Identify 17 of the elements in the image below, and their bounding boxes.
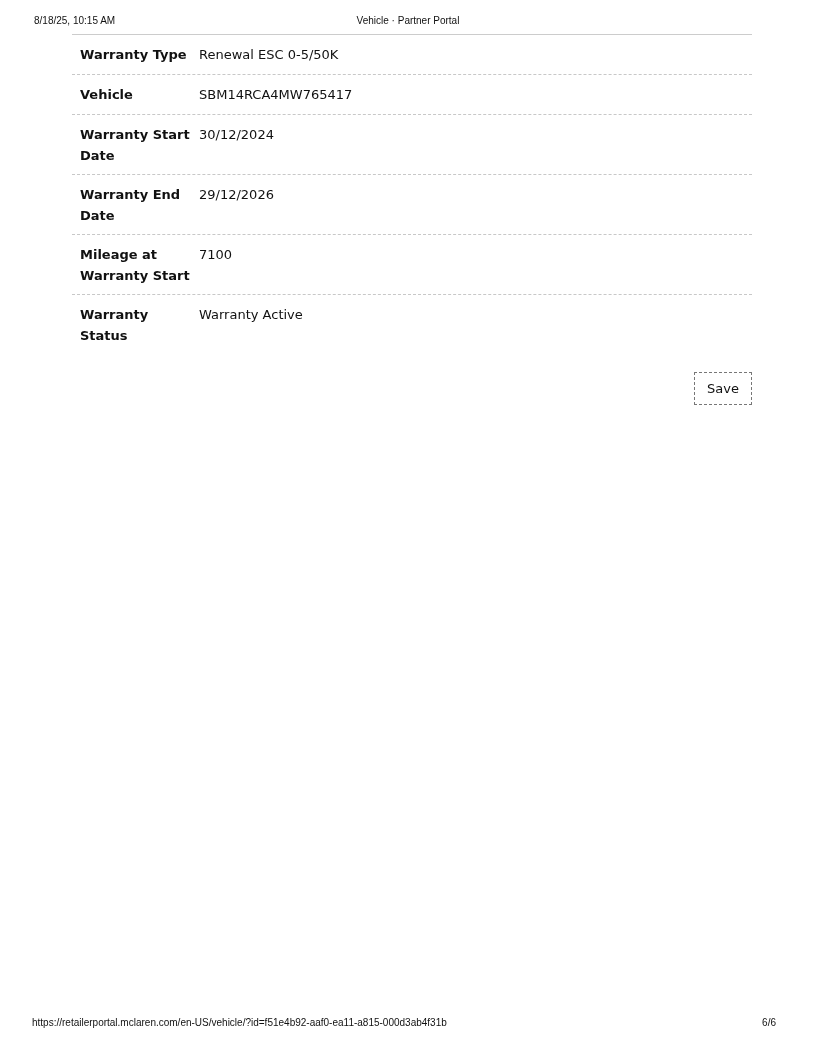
- print-date: 8/18/25, 10:15 AM: [34, 15, 117, 26]
- field-value: 29/12/2026: [199, 186, 275, 204]
- field-label: Warranty Status: [80, 306, 150, 345]
- field-value: Renewal ESC 0-5/50K: [199, 46, 340, 64]
- field-label: Warranty End Date: [80, 186, 182, 225]
- field-value: 30/12/2024: [199, 126, 275, 144]
- page-title: Vehicle · Partner Portal: [356, 15, 460, 26]
- field-label: Warranty Start Date: [80, 126, 190, 165]
- save-button[interactable]: Save: [694, 372, 752, 405]
- page-url: https://retailerportal.mclaren.com/en-US/vehicle/?id=f51e4b92-aaf0-ea11-a815-000d3ab4f31b: [32, 1017, 447, 1028]
- field-value: Warranty Active: [199, 306, 304, 324]
- page-number: 6/6: [762, 1017, 776, 1028]
- field-label: Warranty Type: [80, 46, 188, 64]
- field-value: SBM14RCA4MW765417: [199, 86, 354, 104]
- field-label: Vehicle: [80, 86, 134, 104]
- field-label: Mileage at Warranty Start: [80, 246, 190, 285]
- field-value: 7100: [199, 246, 234, 264]
